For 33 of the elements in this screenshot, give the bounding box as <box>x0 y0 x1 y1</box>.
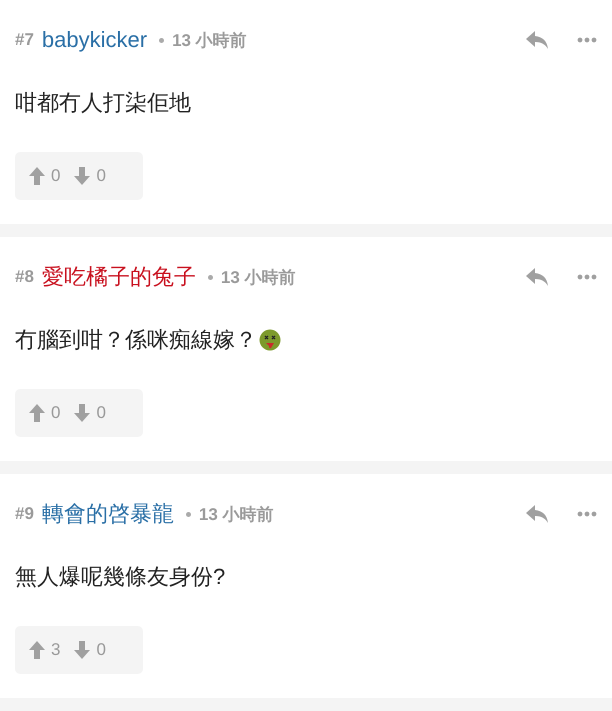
comment-text: 冇腦到咁？係咪痴線嫁？ <box>15 326 257 354</box>
comment-text: 無人爆呢幾條友身份? <box>15 563 226 591</box>
up-arrow-icon <box>29 404 45 422</box>
post-time: 13 小時前 <box>198 504 274 526</box>
upvote-button[interactable]: 3 <box>29 640 60 660</box>
comment-number: #7 <box>15 30 34 50</box>
post-time: 13 小時前 <box>220 266 296 288</box>
username-link[interactable]: 愛吃橘子的兔子 <box>42 262 196 292</box>
separator-dot <box>208 274 213 280</box>
up-arrow-icon <box>29 167 45 185</box>
down-arrow-icon <box>74 167 90 185</box>
separator-dot <box>159 38 164 42</box>
post-time: 13 小時前 <box>172 30 247 52</box>
downvote-button[interactable]: 0 <box>74 403 106 423</box>
downvote-button[interactable]: 0 <box>74 640 106 660</box>
username-link[interactable]: 轉會的啓暴龍 <box>42 499 174 529</box>
comment-text: 咁都冇人打柒佢地 <box>15 89 191 117</box>
separator-dot <box>186 512 191 516</box>
more-button[interactable] <box>577 37 597 43</box>
upvote-button[interactable]: 0 <box>29 166 60 186</box>
downvote-button[interactable]: 0 <box>74 166 106 186</box>
up-arrow-icon <box>29 641 45 659</box>
more-button[interactable] <box>577 274 597 280</box>
comment-number: #9 <box>15 504 34 524</box>
username-link[interactable]: babykicker <box>42 27 148 53</box>
down-arrow-icon <box>74 404 90 422</box>
upvote-button[interactable]: 0 <box>29 403 60 423</box>
comment-number: #8 <box>15 267 34 287</box>
reply-button[interactable] <box>525 504 549 524</box>
down-arrow-icon <box>74 641 90 659</box>
more-button[interactable] <box>577 511 597 517</box>
reply-button[interactable] <box>525 267 549 287</box>
reply-button[interactable] <box>525 30 549 50</box>
